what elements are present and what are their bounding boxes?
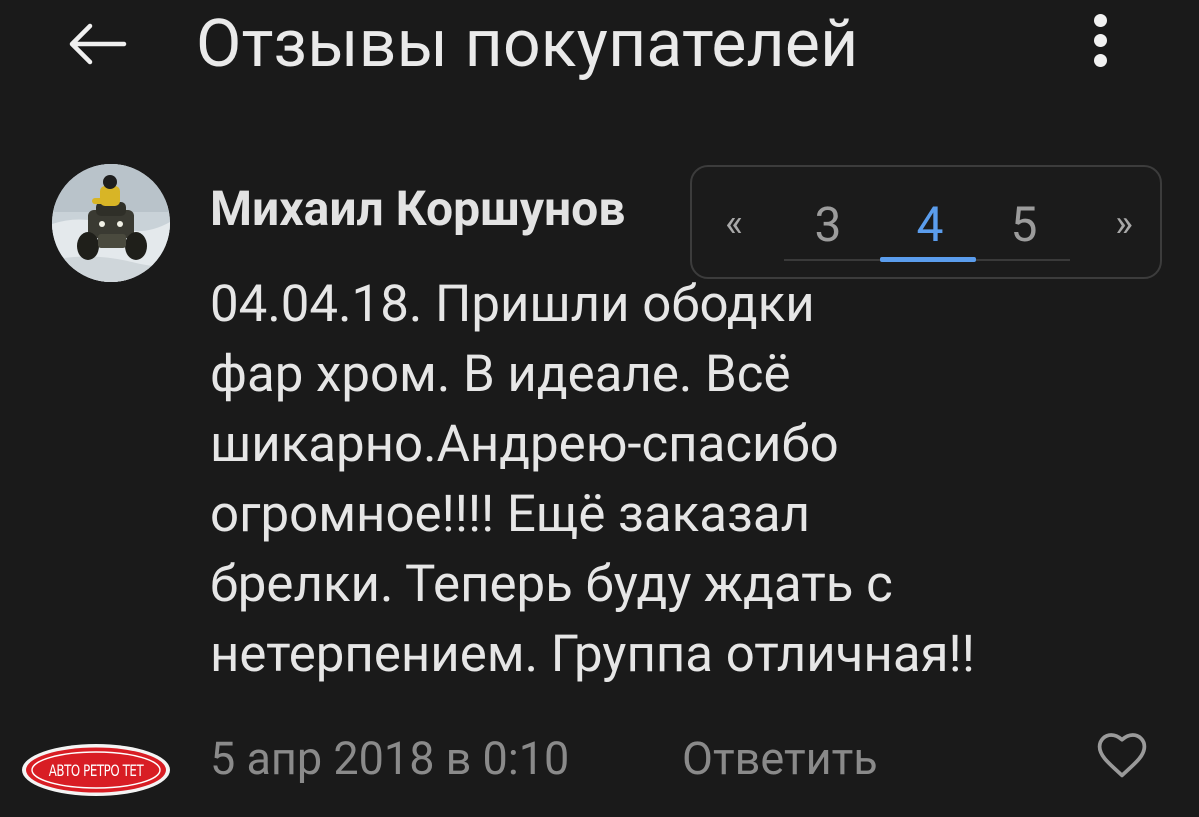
review-text: 04.04.18. Пришли ободки фар хром. В идеа… xyxy=(210,275,975,684)
more-dot xyxy=(1093,33,1107,47)
avatar[interactable] xyxy=(52,164,170,282)
heart-outline-icon xyxy=(1097,733,1147,778)
pager-page-3[interactable]: 3 xyxy=(788,167,868,281)
page-title: Отзывы покупателей xyxy=(196,6,859,83)
logo-text: АВТО РЕТРО ТЕТ xyxy=(48,760,144,780)
reviews-screen: Отзывы покупателей Михаил Коршунов « 3 4… xyxy=(0,0,1199,817)
arrow-left-icon xyxy=(69,23,127,65)
more-dot xyxy=(1093,53,1107,67)
atv-rider-photo-icon xyxy=(52,164,170,282)
more-options-button[interactable] xyxy=(1078,4,1122,76)
pager-prev-button[interactable]: « xyxy=(706,167,762,281)
like-button[interactable] xyxy=(1094,728,1150,784)
app-bar: Отзывы покупателей xyxy=(0,0,1199,100)
review-author[interactable]: Михаил Коршунов xyxy=(210,180,625,237)
logo: АВТО РЕТРО ТЕТ xyxy=(20,742,172,798)
reply-button[interactable]: Ответить xyxy=(682,732,878,785)
back-button[interactable] xyxy=(58,14,134,74)
pager-active-indicator xyxy=(880,257,976,262)
pagination-popup: « 3 4 5 » xyxy=(690,165,1162,279)
pager-page-4-active[interactable]: 4 xyxy=(882,167,978,281)
pager-next-button[interactable]: » xyxy=(1096,167,1152,281)
more-vertical-icon xyxy=(1093,13,1107,27)
pager-page-5[interactable]: 5 xyxy=(984,167,1064,281)
review-date: 5 апр 2018 в 0:10 xyxy=(210,732,570,785)
